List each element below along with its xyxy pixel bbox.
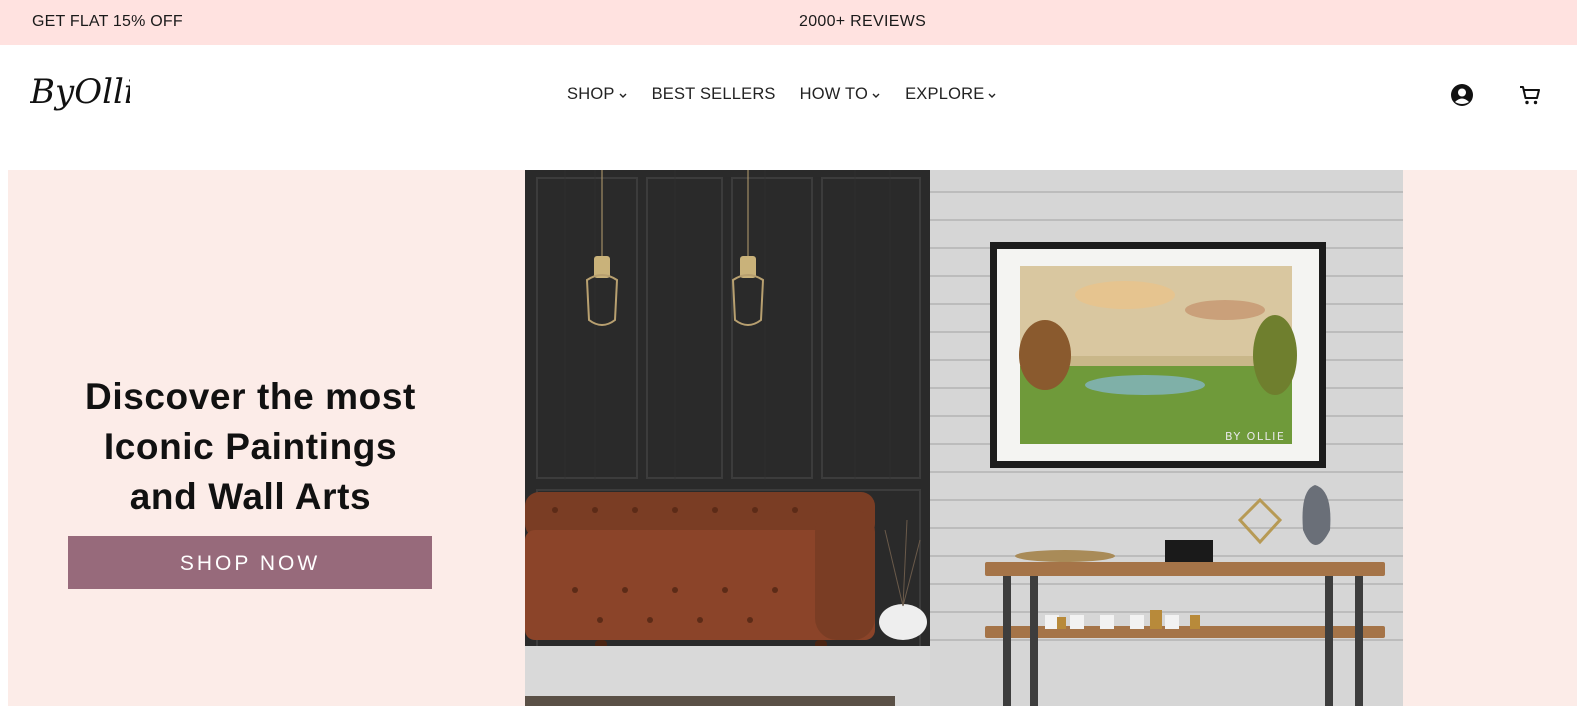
painting-watermark: BY OLLIE (1225, 430, 1285, 443)
main-nav: SHOP BEST SELLERS HOW TO EXPLORE (567, 85, 1021, 104)
nav-shop[interactable]: SHOP (567, 85, 628, 104)
cart-icon[interactable] (1518, 83, 1542, 107)
hero-copy: Discover the most Iconic Paintings and W… (68, 372, 433, 522)
account-icon[interactable] (1450, 83, 1474, 107)
reviews-text[interactable]: 2000+ REVIEWS (799, 13, 926, 31)
site-header: ByOllie SHOP BEST SELLERS HOW TO EXPLORE (0, 45, 1577, 170)
hero-title-line-1: Discover the most (85, 376, 416, 417)
nav-best-sellers[interactable]: BEST SELLERS (652, 85, 776, 104)
hero-title-line-2: Iconic Paintings (103, 426, 398, 467)
hero-banner: Discover the most Iconic Paintings and W… (8, 170, 1577, 706)
shop-now-button[interactable]: SHOP NOW (68, 536, 432, 589)
chevron-down-icon (619, 93, 627, 98)
header-actions (1450, 83, 1542, 107)
announcement-bar: GET FLAT 15% OFF 2000+ REVIEWS (0, 0, 1577, 45)
hero-room-image: BY OLLIE (525, 170, 1403, 706)
logo-script-image: ByOllie (29, 72, 155, 112)
hero-title: Discover the most Iconic Paintings and W… (68, 372, 433, 522)
nav-how-to[interactable]: HOW TO (800, 85, 881, 104)
hero-title-line-3: and Wall Arts (129, 476, 372, 517)
logo-text: ByOllie (30, 72, 130, 112)
logo[interactable]: ByOllie (29, 67, 155, 123)
nav-how-to-label: HOW TO (799, 85, 869, 103)
nav-explore[interactable]: EXPLORE (905, 85, 997, 104)
promo-link[interactable]: GET FLAT 15% OFF (32, 13, 183, 31)
chevron-down-icon (872, 93, 880, 98)
chevron-down-icon (988, 93, 996, 98)
nav-explore-label: EXPLORE (905, 85, 985, 103)
nav-shop-label: SHOP (567, 85, 615, 103)
nav-best-sellers-label: BEST SELLERS (651, 85, 776, 103)
room-illustration: BY OLLIE (525, 170, 1403, 706)
